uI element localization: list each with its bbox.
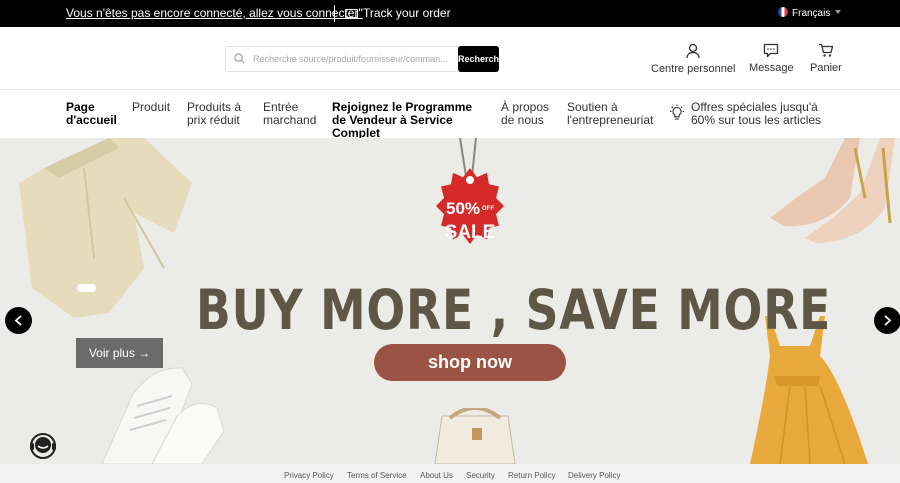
voir-plus-button[interactable]: Voir plus →	[76, 338, 163, 368]
language-label: Français	[792, 8, 831, 19]
message-button[interactable]: Message	[749, 43, 794, 74]
special-offer: Offres spéciales jusqu'à 60% sur tous le…	[668, 101, 838, 127]
personal-center-label: Centre personnel	[651, 63, 736, 75]
carousel-next-button[interactable]	[874, 307, 900, 334]
cart-button[interactable]: Panier	[810, 43, 842, 74]
cart-icon	[818, 43, 834, 57]
special-offer-text: Offres spéciales jusqu'à 60% sur tous le…	[691, 100, 822, 127]
french-flag-icon	[778, 7, 788, 17]
customer-support-icon[interactable]	[28, 431, 58, 461]
language-selector[interactable]: Français	[778, 7, 842, 19]
nav-item-seller-program[interactable]: Rejoignez le Programme de Vendeur à Serv…	[332, 101, 482, 140]
chevron-right-icon	[884, 315, 892, 326]
heels-image	[770, 138, 895, 243]
hero-banner: 50% OFF SALE BUY MORE , SAVE MORE shop n…	[0, 138, 900, 464]
cart-label: Panier	[810, 62, 842, 74]
nav-item-products[interactable]: Produit	[132, 101, 177, 114]
user-icon	[686, 43, 700, 59]
chevron-left-icon	[14, 315, 22, 326]
footer-link-delivery-policy[interactable]: Delivery Policy	[568, 471, 620, 480]
login-link[interactable]: Vous n'êtes pas encore connecté, allez v…	[66, 6, 363, 20]
lightbulb-icon	[670, 104, 684, 120]
nav-item-merchant-entry[interactable]: Entrée marchand	[263, 101, 321, 127]
main-nav: Page d'accueil Produit Produits à prix r…	[0, 90, 900, 140]
banner-headline: BUY MORE , SAVE MORE	[196, 278, 832, 342]
sneakers-image	[101, 367, 225, 464]
header: Recherch Centre personnel Message Panier	[0, 27, 900, 90]
footer-link-privacy-policy[interactable]: Privacy Policy	[284, 471, 334, 480]
message-label: Message	[749, 62, 794, 74]
top-bar: Vous n'êtes pas encore connecté, allez v…	[0, 0, 900, 27]
divider	[334, 5, 335, 22]
carousel-prev-button[interactable]	[5, 307, 32, 334]
footer: Privacy Policy Terms of Service About Us…	[0, 464, 900, 483]
nav-item-home[interactable]: Page d'accueil	[66, 101, 126, 127]
message-icon	[764, 43, 779, 58]
nav-item-about-us[interactable]: À propos de nous	[501, 101, 556, 127]
search-button[interactable]: Recherch	[458, 46, 499, 72]
sale-off: OFF	[482, 206, 494, 212]
shop-now-button[interactable]: shop now	[374, 344, 566, 381]
truck-icon	[345, 9, 358, 18]
bag-image	[434, 408, 516, 464]
nav-item-entrepreneurship-support[interactable]: Soutien à l'entrepreneuriat	[567, 101, 662, 127]
sale-word: SALE	[445, 222, 496, 243]
carousel-indicator[interactable]	[77, 284, 96, 292]
track-order-link[interactable]: Track your order	[345, 6, 451, 20]
search-bar: Recherch	[225, 46, 499, 72]
footer-link-security[interactable]: Security	[466, 471, 495, 480]
footer-link-about-us[interactable]: About Us	[420, 471, 453, 480]
sale-tag: 50% OFF SALE	[436, 138, 504, 244]
shorts-image	[19, 138, 192, 318]
search-icon	[234, 53, 245, 64]
sale-percent: 50%	[446, 199, 480, 218]
nav-item-discount-products[interactable]: Produits à prix réduit	[187, 101, 253, 127]
track-order-label: Track your order	[363, 6, 451, 20]
chevron-down-icon	[835, 10, 842, 14]
search-input[interactable]	[253, 49, 453, 69]
footer-link-terms-of-service[interactable]: Terms of Service	[347, 471, 407, 480]
personal-center-button[interactable]: Centre personnel	[651, 43, 735, 75]
footer-link-return-policy[interactable]: Return Policy	[508, 471, 556, 480]
